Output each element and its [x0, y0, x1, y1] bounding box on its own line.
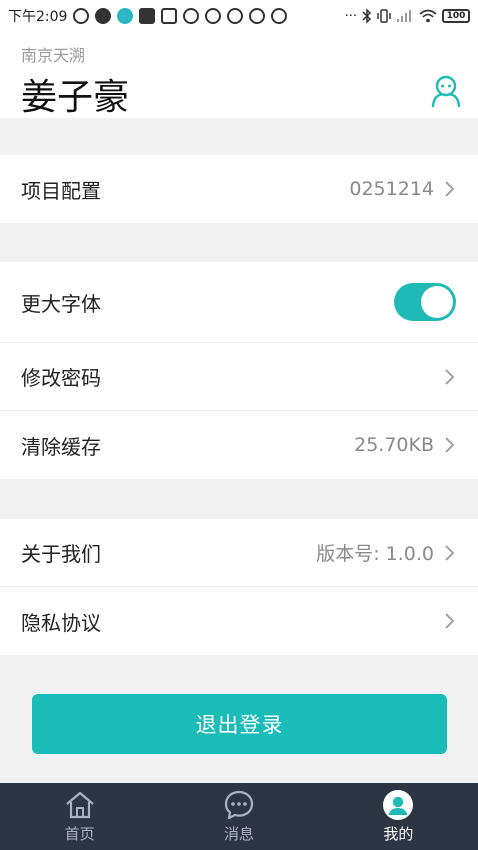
organization-name: 南京天溯 — [21, 46, 86, 65]
status-bar: 下午2:09 ··· 100 — [0, 0, 478, 32]
status-time: 下午2:09 — [8, 9, 68, 25]
calendar-icon — [161, 8, 178, 24]
user-icon — [383, 790, 414, 820]
change-password-row[interactable]: 修改密码 — [0, 343, 478, 411]
chevron-right-icon — [445, 613, 455, 629]
user-name: 姜子豪 — [21, 77, 130, 118]
settings-group-about: 关于我们 版本号: 1.0.0 隐私协议 — [0, 519, 478, 655]
tab-mine[interactable]: 我的 — [319, 783, 478, 850]
app-notification-icon — [249, 8, 266, 24]
clear-cache-label: 清除缓存 — [21, 434, 101, 459]
tab-home-label: 首页 — [64, 825, 95, 843]
bigger-font-row: 更大字体 — [0, 262, 478, 343]
app-notification-icon — [183, 8, 200, 24]
bigger-font-label: 更大字体 — [21, 291, 101, 316]
chevron-right-icon — [445, 181, 455, 197]
privacy-row[interactable]: 隐私协议 — [0, 587, 478, 655]
about-label: 关于我们 — [21, 542, 101, 566]
settings-group-project: 项目配置 0251214 — [0, 155, 478, 223]
chevron-right-icon — [445, 368, 455, 385]
toggle-knob — [421, 286, 453, 318]
cache-size-value: 25.70KB — [354, 434, 434, 456]
bottom-tab-bar: 首页 消息 我的 — [0, 783, 478, 850]
settings-group-general: 更大字体 修改密码 清除缓存 25.70KB — [0, 262, 478, 479]
app-notification-icon — [227, 8, 244, 24]
tab-mine-label: 我的 — [383, 825, 414, 843]
signal-icon — [397, 10, 411, 22]
bluetooth-icon — [362, 8, 372, 24]
project-config-row[interactable]: 项目配置 0251214 — [0, 155, 478, 223]
home-icon — [65, 791, 94, 819]
upload-icon — [139, 8, 156, 24]
system-status: ··· 100 — [345, 8, 470, 24]
chat-icon — [224, 790, 254, 820]
tab-messages-label: 消息 — [223, 825, 254, 843]
version-value: 版本号: 1.0.0 — [316, 543, 434, 565]
about-row[interactable]: 关于我们 版本号: 1.0.0 — [0, 519, 478, 587]
project-config-label: 项目配置 — [21, 178, 101, 203]
tab-messages[interactable]: 消息 — [159, 783, 318, 850]
app-notification-icon — [205, 8, 222, 24]
battery-icon: 100 — [442, 9, 470, 23]
chevron-right-icon — [445, 544, 455, 561]
clear-cache-row[interactable]: 清除缓存 25.70KB — [0, 411, 478, 479]
profile-header: 南京天溯 姜子豪 — [0, 32, 478, 118]
more-dots: ··· — [344, 8, 357, 24]
browser-icon — [117, 8, 134, 24]
chevron-right-icon — [445, 437, 455, 453]
change-password-label: 修改密码 — [21, 366, 101, 390]
app-notification-icon — [271, 8, 288, 24]
app-notification-icon — [73, 8, 90, 24]
notification-icons — [73, 8, 288, 24]
bigger-font-toggle[interactable] — [394, 283, 456, 321]
tab-home[interactable]: 首页 — [0, 783, 159, 850]
logout-button[interactable]: 退出登录 — [32, 694, 447, 754]
wechat-icon — [95, 8, 112, 24]
privacy-label: 隐私协议 — [21, 610, 101, 635]
vibrate-icon — [377, 9, 391, 23]
wifi-icon — [419, 9, 437, 23]
profile-icon[interactable] — [428, 72, 464, 108]
project-config-value: 0251214 — [349, 178, 434, 200]
